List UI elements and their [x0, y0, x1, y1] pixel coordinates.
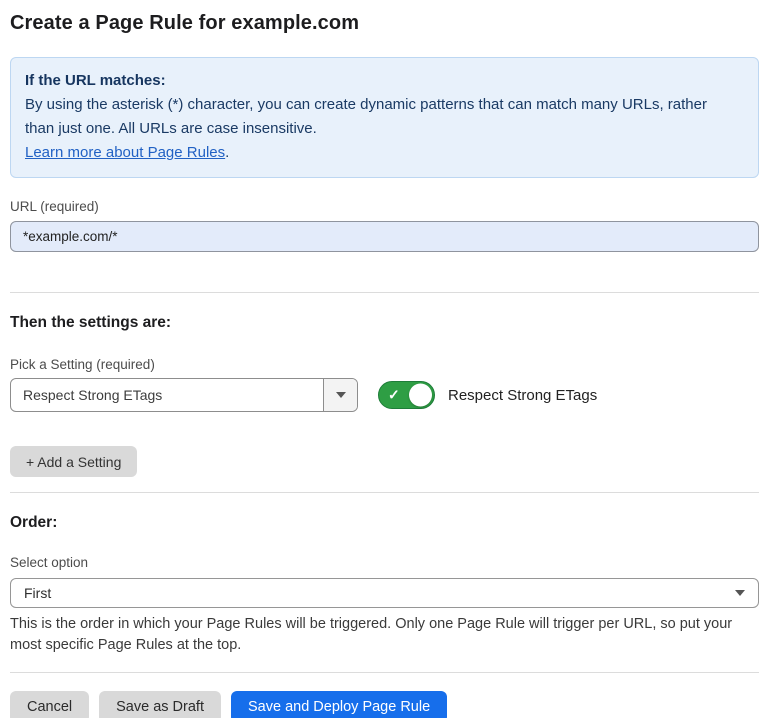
setting-select-value: Respect Strong ETags: [11, 379, 323, 411]
save-deploy-button[interactable]: Save and Deploy Page Rule: [231, 691, 447, 718]
info-box-body: By using the asterisk (*) character, you…: [25, 93, 737, 141]
setting-select-arrow-button[interactable]: [323, 379, 357, 411]
info-box-heading: If the URL matches:: [25, 69, 744, 93]
link-suffix: .: [225, 144, 229, 161]
learn-more-link[interactable]: Learn more about Page Rules: [25, 144, 225, 161]
check-icon: ✓: [388, 388, 400, 402]
toggle-knob: [409, 384, 432, 407]
order-select[interactable]: First: [10, 578, 759, 608]
order-help-text: This is the order in which your Page Rul…: [10, 614, 755, 656]
page-rule-form: Create a Page Rule for example.com If th…: [0, 0, 769, 718]
toggle-label: Respect Strong ETags: [448, 387, 597, 404]
add-setting-button[interactable]: + Add a Setting: [10, 446, 137, 477]
url-input[interactable]: [10, 221, 759, 252]
page-title: Create a Page Rule for example.com: [10, 12, 759, 35]
cancel-button[interactable]: Cancel: [10, 691, 89, 718]
settings-section-heading: Then the settings are:: [10, 314, 759, 332]
url-match-info-box: If the URL matches: By using the asteris…: [10, 57, 759, 178]
pick-setting-label: Pick a Setting (required): [10, 357, 759, 372]
order-select-value: First: [24, 585, 51, 601]
divider: [10, 672, 759, 673]
footer-actions: Cancel Save as Draft Save and Deploy Pag…: [10, 691, 759, 718]
order-select-label: Select option: [10, 555, 759, 570]
url-field-block: URL (required): [10, 199, 759, 252]
url-field-label: URL (required): [10, 199, 759, 214]
divider: [10, 292, 759, 293]
divider: [10, 492, 759, 493]
order-section-heading: Order:: [10, 514, 759, 532]
setting-select[interactable]: Respect Strong ETags: [10, 378, 358, 412]
setting-row: Respect Strong ETags ✓ Respect Strong ET…: [10, 378, 759, 412]
chevron-down-icon: [336, 392, 346, 398]
save-draft-button[interactable]: Save as Draft: [99, 691, 221, 718]
chevron-down-icon: [735, 590, 745, 596]
etag-toggle[interactable]: ✓: [378, 381, 435, 409]
info-box-link-line: Learn more about Page Rules.: [25, 141, 744, 165]
